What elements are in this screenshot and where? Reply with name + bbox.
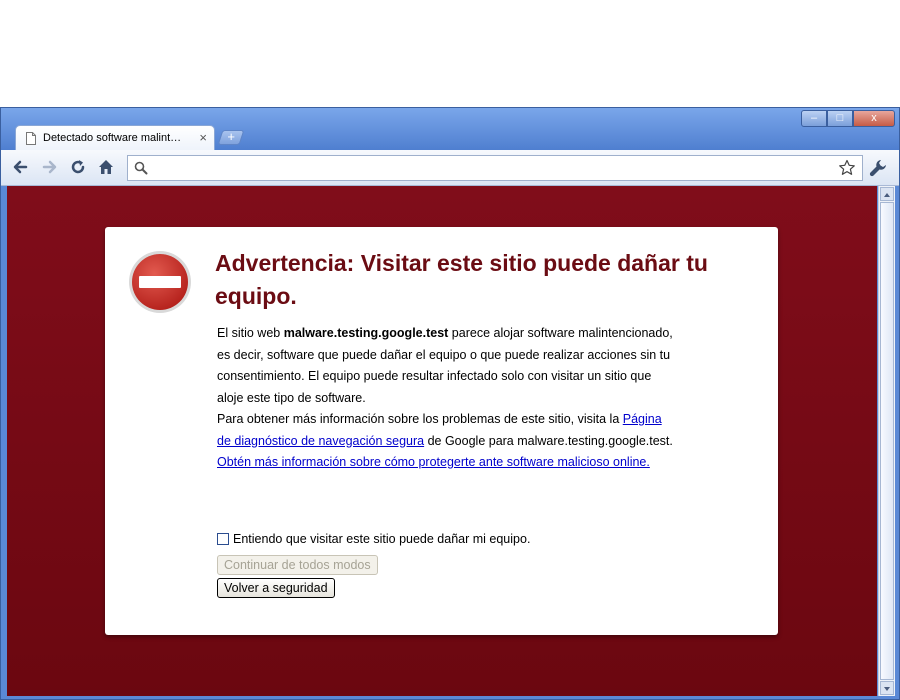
tab-title: Detectado software malint… — [43, 132, 182, 144]
close-window-button[interactable]: x — [853, 110, 895, 127]
home-icon — [99, 160, 113, 174]
tab-close-icon[interactable]: × — [199, 130, 207, 145]
text-span: Para obtener más información sobre los p… — [217, 412, 623, 426]
browser-tab[interactable]: Detectado software malint… × — [15, 125, 215, 151]
back-to-safety-button[interactable]: Volver a seguridad — [217, 578, 335, 598]
title-bar: Detectado software malint… × + – □ x — [1, 108, 899, 151]
back-button[interactable] — [9, 156, 31, 178]
text-span: El sitio web — [217, 326, 284, 340]
consent-label[interactable]: Entiendo que visitar este sitio puede da… — [233, 532, 530, 546]
page-content: Advertencia: Visitar este sitio puede da… — [7, 186, 877, 696]
learn-more-link[interactable]: Obtén más información sobre cómo protege… — [217, 455, 650, 469]
back-arrow-icon — [13, 160, 28, 174]
page-icon — [26, 132, 36, 145]
star-icon[interactable] — [838, 159, 856, 177]
consent-row: Entiendo que visitar este sitio puede da… — [217, 532, 530, 546]
address-bar[interactable] — [127, 155, 863, 181]
text-span: de Google para malware.testing.google.te… — [424, 433, 673, 448]
stop-sign-icon — [129, 251, 191, 313]
minimize-icon: – — [810, 112, 818, 124]
warning-paragraph-2: Para obtener más información sobre los p… — [217, 409, 677, 452]
warning-panel: Advertencia: Visitar este sitio puede da… — [105, 227, 778, 635]
plus-icon: + — [227, 129, 235, 144]
scroll-down-button[interactable] — [880, 681, 894, 695]
forward-arrow-icon — [42, 160, 57, 174]
warning-body: El sitio web malware.testing.google.test… — [217, 323, 677, 474]
maximize-button[interactable]: □ — [827, 110, 853, 127]
minimize-button[interactable]: – — [801, 110, 827, 127]
reload-button[interactable] — [67, 156, 89, 178]
maximize-icon: □ — [836, 112, 844, 124]
warning-paragraph-1: El sitio web malware.testing.google.test… — [217, 323, 677, 409]
warning-paragraph-3: Obtén más información sobre cómo protege… — [217, 452, 677, 474]
home-button[interactable] — [95, 156, 117, 178]
warning-title: Advertencia: Visitar este sitio puede da… — [215, 250, 708, 309]
browser-window: Detectado software malint… × + – □ x Adv… — [0, 107, 900, 700]
search-icon — [134, 161, 148, 175]
wrench-icon[interactable] — [868, 158, 888, 178]
chevron-down-icon — [884, 687, 890, 691]
close-icon: x — [871, 112, 877, 124]
site-name: malware.testing.google.test — [283, 326, 449, 340]
chevron-up-icon — [884, 193, 890, 197]
vertical-scrollbar[interactable] — [878, 186, 895, 696]
continue-anyway-button[interactable]: Continuar de todos modos — [217, 555, 378, 575]
scroll-up-button[interactable] — [880, 187, 894, 201]
toolbar — [1, 150, 899, 186]
forward-button[interactable] — [39, 156, 61, 178]
consent-checkbox[interactable] — [217, 533, 229, 545]
reload-icon — [71, 160, 85, 174]
new-tab-button[interactable]: + — [217, 129, 245, 145]
scroll-thumb[interactable] — [880, 202, 894, 680]
